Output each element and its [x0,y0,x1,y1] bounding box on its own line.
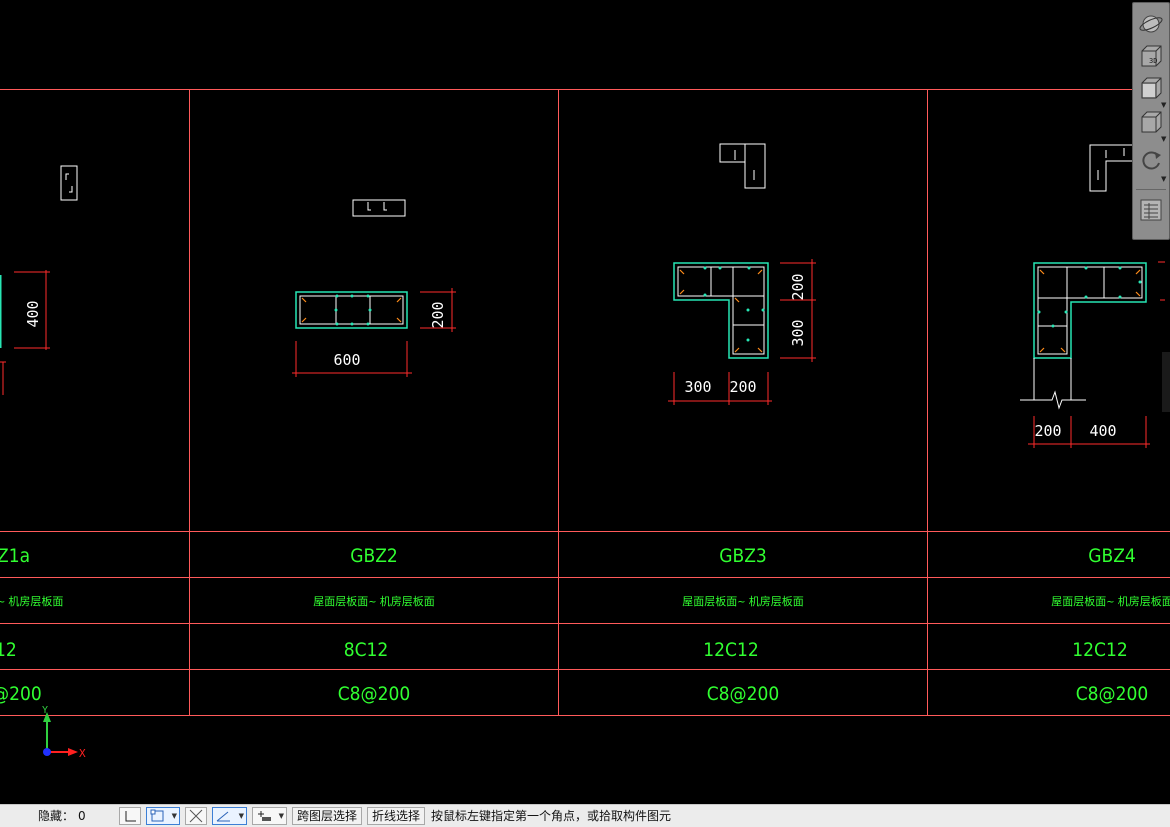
orbit-button[interactable] [1137,11,1165,37]
snap-toggle-button[interactable]: ▼ [146,807,180,825]
dimension-label: 200 [789,273,807,300]
stirrup-cell: C8@200 [338,683,411,705]
dimension-label: 400 [24,300,42,327]
elevation-cell: 屋面层板面~ 机房层板面 [313,594,434,608]
ucs-axis-icon: Y X [42,705,86,760]
column-gbz3-section[interactable]: 300 200 200 300 [668,143,816,405]
column-gbz2-section[interactable]: 600 200 [292,199,456,377]
elevation-cell: 屋面层板面~ 机房层板面 [1051,594,1170,608]
toolbar-divider [1136,189,1166,190]
column-name-cell: GBZ4 [1088,545,1136,567]
dimension-label: 300 [684,378,711,396]
properties-panel-icon [1140,199,1162,221]
dimension-label: 600 [333,351,360,369]
longitudinal-rebar-cell: 12C12 [1072,639,1127,661]
elevation-cell: ~ 机房层板面 [0,594,63,608]
longitudinal-rebar-cell: 8C12 [344,639,389,661]
status-bar: 隐藏： 0 ▼ ▼ ▼ 跨图层选择 折线选择 按鼠标左键指定第一个角点，或拾取构… [0,804,1170,827]
scroll-handle[interactable] [1162,352,1170,412]
table-row-name: Z1a GBZ2 GBZ3 GBZ4 [0,545,1136,567]
properties-button[interactable] [1137,197,1165,223]
column-gbz1a-section[interactable]: 400 [0,165,78,395]
rotate-icon [1142,151,1161,170]
table-grid [0,89,1170,716]
snap-icon [150,809,164,822]
command-prompt: 按鼠标左键指定第一个角点，或拾取构件图元 [431,809,672,823]
table-row-stirrup: @200 C8@200 C8@200 C8@200 [0,683,1148,705]
elevation-cell: 屋面层板面~ 机房层板面 [682,594,803,608]
view-toolbar: 3D ▼ ▼ ▼ [1132,2,1170,240]
stirrup-cell: @200 [0,683,42,705]
ortho-toggle-button[interactable] [119,807,141,825]
chevron-down-icon[interactable]: ▼ [279,812,284,820]
dimension-label: 200 [1034,422,1061,440]
table-row-elevation: ~ 机房层板面 屋面层板面~ 机房层板面 屋面层板面~ 机房层板面 屋面层板面~… [0,594,1170,608]
hidden-count: 0 [78,809,86,823]
stirrup-cell: C8@200 [1076,683,1149,705]
3d-view-button[interactable]: 3D [1137,43,1165,69]
chevron-down-icon[interactable]: ▼ [1161,135,1166,143]
front-view-button[interactable] [1137,109,1165,135]
polar-angle-icon [216,811,230,822]
dimension-label: 200 [429,301,447,328]
3d-view-icon: 3D [1141,45,1162,67]
view-cube-icon [1141,77,1162,99]
dimension-label: 400 [1089,422,1116,440]
x-axis-label: X [79,747,86,760]
chevron-down-icon[interactable]: ▼ [1161,101,1166,109]
chevron-down-icon[interactable]: ▼ [1161,175,1166,183]
hidden-label: 隐藏： [38,809,75,823]
cross-icon [189,809,203,823]
table-row-longitudinal: 12 8C12 12C12 12C12 [0,639,1128,661]
chevron-down-icon[interactable]: ▼ [172,812,177,820]
svg-text:3D: 3D [1149,57,1157,65]
longitudinal-rebar-cell: 12C12 [703,639,758,661]
dynamic-input-button[interactable]: ▼ [252,807,287,825]
cad-drawing-canvas[interactable]: 400 600 200 300 200 200 300 200 400 Z1a … [0,0,1170,804]
orbit-icon [1139,15,1163,33]
rotate-button[interactable] [1137,147,1165,173]
drawing-svg[interactable]: 400 600 200 300 200 200 300 200 400 Z1a … [0,0,1170,804]
column-name-cell: GBZ2 [350,545,398,567]
dimension-label: 300 [789,319,807,346]
chevron-down-icon[interactable]: ▼ [239,812,244,820]
cross-floor-select-button[interactable]: 跨图层选择 [292,807,363,825]
top-view-button[interactable] [1137,75,1165,101]
polar-toggle-button[interactable]: ▼ [212,807,247,825]
longitudinal-rebar-cell: 12 [0,639,17,661]
polyline-select-button[interactable]: 折线选择 [367,807,426,825]
view-cube-icon [1141,111,1162,133]
stirrup-cell: C8@200 [707,683,780,705]
grid-toggle-button[interactable] [185,807,207,825]
y-axis-label: Y [42,705,48,716]
ortho-icon [125,811,136,822]
column-name-cell: Z1a [0,545,30,567]
column-name-cell: GBZ3 [719,545,767,567]
dimension-label: 200 [729,378,756,396]
dynamic-input-icon [258,811,271,821]
